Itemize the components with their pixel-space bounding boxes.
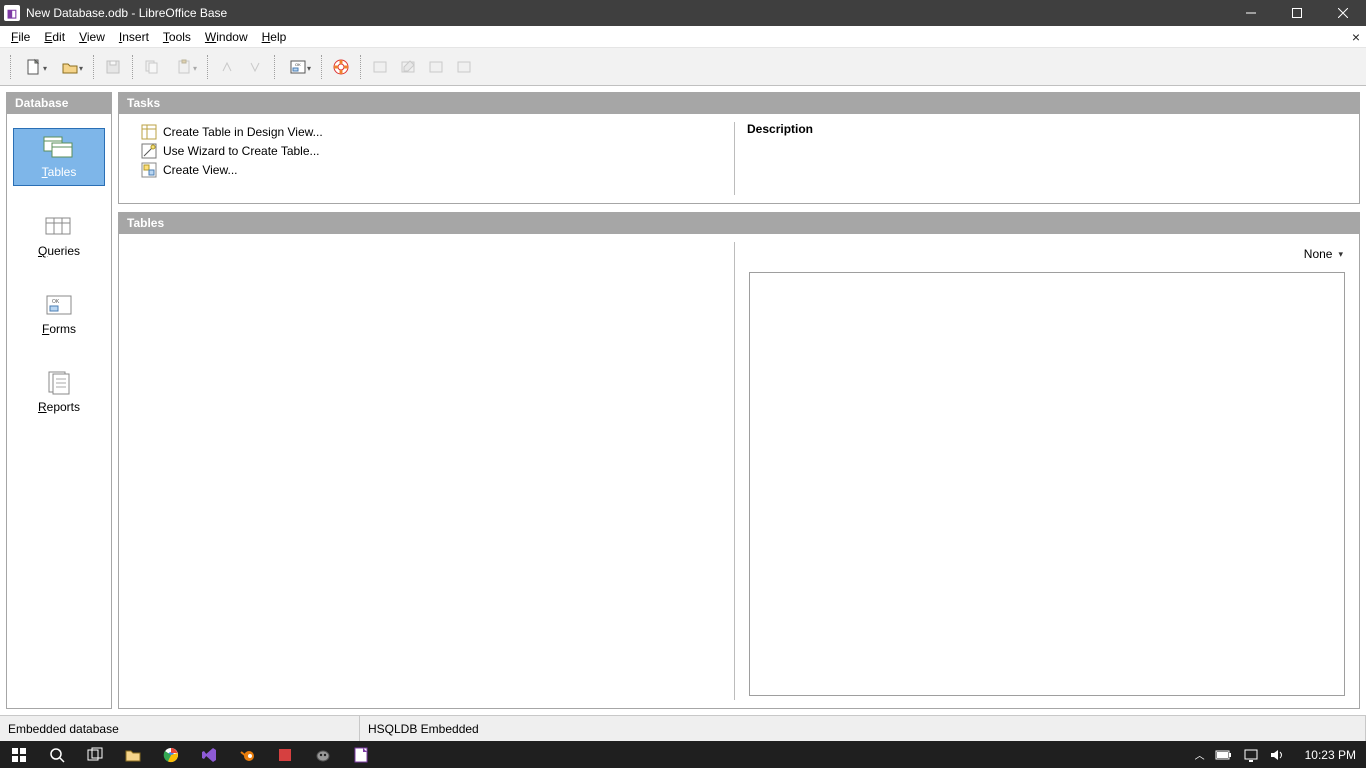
database-item-tables[interactable]: Tables — [13, 128, 105, 186]
app-icon: ◧ — [4, 5, 20, 21]
menu-insert[interactable]: Insert — [112, 28, 156, 46]
svg-text:OK: OK — [52, 299, 60, 305]
window-title: New Database.odb - LibreOffice Base — [26, 6, 227, 20]
app-icon-1[interactable] — [266, 741, 304, 768]
copy-button[interactable] — [139, 54, 165, 80]
task-label: Create Table in Design View... — [163, 125, 323, 139]
menu-help[interactable]: Help — [255, 28, 294, 46]
task-label: Use Wizard to Create Table... — [163, 144, 320, 158]
table-edit-button[interactable] — [395, 54, 421, 80]
app-icon-2[interactable] — [304, 741, 342, 768]
windows-taskbar: ︿ 10:23 PM — [0, 741, 1366, 768]
tables-icon — [42, 135, 76, 161]
search-icon[interactable] — [38, 741, 76, 768]
wizard-icon — [141, 143, 157, 159]
table-new-button[interactable] — [367, 54, 393, 80]
blender-icon[interactable] — [228, 741, 266, 768]
sort-desc-button[interactable] — [242, 54, 268, 80]
task-use-wizard[interactable]: Use Wizard to Create Table... — [141, 143, 724, 159]
visual-studio-icon[interactable] — [190, 741, 228, 768]
document-close-icon[interactable]: × — [1352, 29, 1360, 45]
chrome-icon[interactable] — [152, 741, 190, 768]
database-item-forms[interactable]: OK Forms — [13, 286, 105, 342]
workarea: Database Tables Queries OK Forms — [0, 86, 1366, 715]
tasks-description: Description — [735, 114, 1359, 203]
tasks-panel: Tasks Create Table in Design View... Use… — [118, 92, 1360, 204]
task-view-icon[interactable] — [76, 741, 114, 768]
form-button[interactable]: OK — [281, 54, 315, 80]
queries-icon — [42, 214, 76, 240]
database-item-reports[interactable]: Reports — [13, 364, 105, 420]
table-rename-button[interactable] — [451, 54, 477, 80]
sort-asc-button[interactable] — [214, 54, 240, 80]
database-panel-header: Database — [6, 92, 112, 114]
menu-file[interactable]: File — [4, 28, 37, 46]
task-create-table-design[interactable]: Create Table in Design View... — [141, 124, 724, 140]
database-panel: Database Tables Queries OK Forms — [6, 92, 112, 709]
statusbar: Embedded database HSQLDB Embedded — [0, 715, 1366, 741]
new-button[interactable] — [17, 54, 51, 80]
taskbar-clock[interactable]: 10:23 PM — [1295, 748, 1366, 762]
create-view-icon — [141, 162, 157, 178]
paste-button[interactable] — [167, 54, 201, 80]
forms-icon: OK — [42, 292, 76, 318]
libreoffice-base-taskbar-icon[interactable] — [342, 741, 380, 768]
maximize-button[interactable] — [1274, 0, 1320, 26]
menubar: File Edit View Insert Tools Window Help … — [0, 26, 1366, 48]
svg-text:OK: OK — [295, 62, 301, 67]
network-icon[interactable] — [1243, 748, 1259, 762]
preview-mode-dropdown[interactable]: None — [1302, 246, 1345, 262]
design-view-icon — [141, 124, 157, 140]
toolbar: OK — [0, 48, 1366, 86]
database-item-queries[interactable]: Queries — [13, 208, 105, 264]
task-create-view[interactable]: Create View... — [141, 162, 724, 178]
tray-chevron-icon[interactable]: ︿ — [1195, 747, 1205, 762]
titlebar: ◧ New Database.odb - LibreOffice Base — [0, 0, 1366, 26]
task-label: Create View... — [163, 163, 237, 177]
right-column: Tasks Create Table in Design View... Use… — [118, 92, 1360, 709]
tasks-panel-header: Tasks — [118, 92, 1360, 114]
open-button[interactable] — [53, 54, 87, 80]
menu-window[interactable]: Window — [198, 28, 255, 46]
menu-view[interactable]: View — [72, 28, 112, 46]
start-button[interactable] — [0, 741, 38, 768]
close-button[interactable] — [1320, 0, 1366, 26]
reports-icon — [42, 370, 76, 396]
database-item-label: Queries — [38, 244, 80, 258]
status-engine: HSQLDB Embedded — [360, 716, 1366, 741]
help-button[interactable] — [328, 54, 354, 80]
menu-edit[interactable]: Edit — [37, 28, 72, 46]
tables-panel-header: Tables — [118, 212, 1360, 234]
file-explorer-icon[interactable] — [114, 741, 152, 768]
description-header: Description — [747, 122, 1347, 136]
system-tray[interactable]: ︿ — [1185, 747, 1295, 762]
save-button[interactable] — [100, 54, 126, 80]
database-item-label: Tables — [42, 165, 77, 179]
database-item-label: Forms — [42, 322, 76, 336]
database-item-label: Reports — [38, 400, 80, 414]
tables-list-area[interactable] — [119, 234, 734, 708]
preview-box — [749, 272, 1345, 696]
tasks-list: Create Table in Design View... Use Wizar… — [119, 114, 734, 203]
table-delete-button[interactable] — [423, 54, 449, 80]
battery-icon[interactable] — [1215, 749, 1233, 761]
tables-panel: Tables None — [118, 212, 1360, 709]
tables-preview-area: None — [735, 234, 1359, 708]
menu-tools[interactable]: Tools — [156, 28, 198, 46]
preview-mode-label: None — [1304, 247, 1333, 261]
status-embedded: Embedded database — [0, 716, 360, 741]
minimize-button[interactable] — [1228, 0, 1274, 26]
database-panel-body: Tables Queries OK Forms Reports — [6, 114, 112, 709]
volume-icon[interactable] — [1269, 748, 1285, 762]
